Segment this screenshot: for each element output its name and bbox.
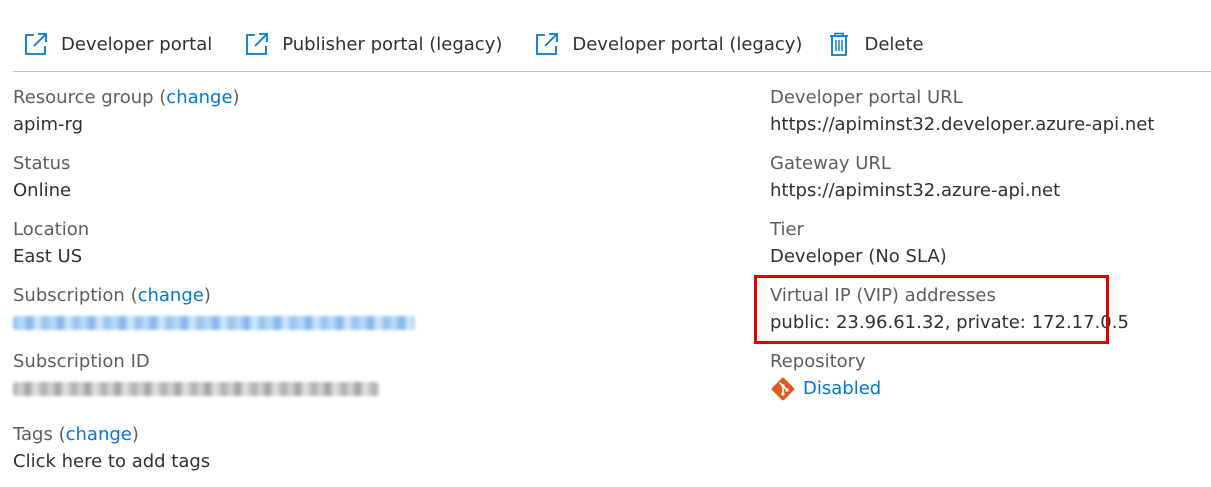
tier-label: Tier xyxy=(770,219,804,240)
external-link-icon xyxy=(534,31,560,57)
repository-field: Repository Disabled xyxy=(770,348,1200,414)
gateway-url-label: Gateway URL xyxy=(770,153,891,174)
trash-icon xyxy=(826,31,852,57)
publisher-portal-legacy-button[interactable]: Publisher portal (legacy) xyxy=(234,26,502,62)
resource-group-change-link[interactable]: change xyxy=(166,87,232,108)
add-tags-link[interactable]: Click here to add tags xyxy=(13,448,713,475)
developer-portal-legacy-button[interactable]: Developer portal (legacy) xyxy=(524,26,802,62)
gateway-url-field: Gateway URL https://apiminst32.azure-api… xyxy=(770,150,1200,216)
resource-group-value-link[interactable]: apim-rg xyxy=(13,111,713,138)
tags-label: Tags (change) xyxy=(13,424,139,445)
subscription-field: Subscription (change) xyxy=(13,282,713,348)
git-icon xyxy=(770,376,796,402)
publisher-portal-legacy-label: Publisher portal (legacy) xyxy=(282,33,503,55)
tags-change-link[interactable]: change xyxy=(66,424,132,445)
command-bar: Developer portal Publisher portal (legac… xyxy=(13,26,946,62)
status-label: Status xyxy=(13,153,71,174)
tier-field: Tier Developer (No SLA) xyxy=(770,216,1200,282)
external-link-icon xyxy=(244,31,270,57)
vip-highlight-box xyxy=(754,275,1109,344)
repository-label: Repository xyxy=(770,351,866,372)
delete-button[interactable]: Delete xyxy=(824,26,924,62)
subscription-label: Subscription (change) xyxy=(13,285,211,306)
tags-field: Tags (change) Click here to add tags xyxy=(13,421,713,487)
developer-portal-url-label: Developer portal URL xyxy=(770,87,963,108)
gateway-url-link[interactable]: https://apiminst32.azure-api.net xyxy=(770,177,1200,204)
developer-portal-url-link[interactable]: https://apiminst32.developer.azure-api.n… xyxy=(770,111,1200,138)
repository-value: Disabled xyxy=(770,375,1200,402)
developer-portal-button[interactable]: Developer portal xyxy=(13,26,212,62)
location-value: East US xyxy=(13,246,83,267)
subscription-id-value-redacted xyxy=(13,375,713,404)
status-field: Status Online xyxy=(13,150,713,216)
location-label: Location xyxy=(13,219,90,240)
subscription-value-redacted[interactable] xyxy=(13,309,713,338)
toolbar-divider xyxy=(13,71,1211,72)
resource-group-label: Resource group (change) xyxy=(13,87,240,108)
subscription-id-field: Subscription ID xyxy=(13,348,713,414)
developer-portal-url-field: Developer portal URL https://apiminst32.… xyxy=(770,84,1200,150)
essentials-right-column: Developer portal URL https://apiminst32.… xyxy=(770,84,1200,414)
tier-value: Developer (No SLA) xyxy=(770,246,947,267)
subscription-id-label: Subscription ID xyxy=(13,351,150,372)
status-value: Online xyxy=(13,180,72,201)
subscription-change-link[interactable]: change xyxy=(138,285,204,306)
essentials-left-column: Resource group (change) apim-rg Status O… xyxy=(13,84,713,487)
redacted-subscription-id xyxy=(13,382,379,396)
redacted-subscription-name xyxy=(13,316,415,330)
repository-disabled-link[interactable]: Disabled xyxy=(803,375,881,402)
developer-portal-legacy-label: Developer portal (legacy) xyxy=(572,33,803,55)
developer-portal-label: Developer portal xyxy=(61,33,213,55)
external-link-icon xyxy=(23,31,49,57)
resource-group-field: Resource group (change) apim-rg xyxy=(13,84,713,150)
delete-label: Delete xyxy=(864,33,924,55)
location-field: Location East US xyxy=(13,216,713,282)
